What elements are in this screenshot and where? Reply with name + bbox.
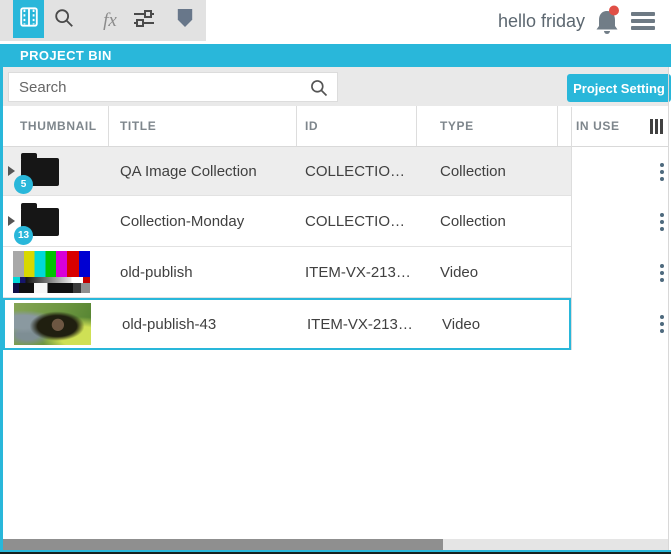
top-toolbar: fx hello friday <box>0 0 671 42</box>
row-main[interactable]: 13 Collection-Monday COLLECTIO… Collecti… <box>3 196 571 247</box>
search-box <box>8 72 338 102</box>
notification-bell-icon[interactable] <box>593 5 621 37</box>
cell-id: ITEM-VX-213… <box>305 247 411 297</box>
row-main[interactable]: old-publish-43 ITEM-VX-213… Video <box>3 298 571 350</box>
row-menu-icon[interactable] <box>656 260 668 286</box>
fx-icon: fx <box>103 11 117 30</box>
cell-id: ITEM-VX-213… <box>307 300 413 348</box>
table-row-selected[interactable]: old-publish-43 ITEM-VX-213… Video <box>3 298 668 350</box>
menu-icon[interactable] <box>631 12 655 30</box>
cell-id: COLLECTIO… <box>305 147 405 195</box>
tab-search[interactable] <box>48 0 80 41</box>
user-name: hello friday <box>498 0 585 42</box>
cell-type: Video <box>442 300 480 348</box>
tab-adjustments[interactable] <box>128 0 160 41</box>
table-header: THUMBNAIL TITLE ID TYPE IN USE <box>3 106 668 147</box>
row-main[interactable]: 5 QA Image Collection COLLECTIO… Collect… <box>3 147 571 196</box>
column-header-id[interactable]: ID <box>305 106 318 146</box>
scrollbar-thumb[interactable] <box>3 539 443 550</box>
column-header-in-use[interactable]: IN USE <box>576 106 620 146</box>
table-row[interactable]: 5 QA Image Collection COLLECTIO… Collect… <box>3 147 668 196</box>
column-divider <box>108 106 109 146</box>
cell-type: Video <box>440 247 478 297</box>
item-count-badge: 5 <box>14 175 33 194</box>
tab-effects[interactable]: fx <box>94 0 126 41</box>
column-divider <box>296 106 297 146</box>
shield-icon <box>176 7 194 34</box>
app-window: fx hello friday <box>0 0 671 554</box>
row-menu-icon[interactable] <box>656 209 668 235</box>
expand-arrow-icon[interactable] <box>8 166 15 176</box>
search-input[interactable] <box>9 73 337 101</box>
tab-media-bin[interactable] <box>13 0 44 38</box>
filmstrip-icon <box>18 5 40 34</box>
column-settings-icon[interactable] <box>650 119 663 134</box>
column-header-title[interactable]: TITLE <box>120 106 156 146</box>
row-menu-icon[interactable] <box>656 311 668 337</box>
cell-title: old-publish <box>120 247 193 297</box>
column-divider <box>416 106 417 146</box>
video-thumbnail-colorbars <box>13 251 90 293</box>
cell-title: QA Image Collection <box>120 147 257 195</box>
cell-id: COLLECTIO… <box>305 196 405 246</box>
cell-title: old-publish-43 <box>122 300 216 348</box>
video-thumbnail-monkey <box>14 303 91 345</box>
panel-left-border <box>0 67 3 552</box>
horizontal-scrollbar[interactable] <box>3 539 668 550</box>
panel-right-border <box>668 67 669 550</box>
table-row[interactable]: 13 Collection-Monday COLLECTIO… Collecti… <box>3 196 668 247</box>
column-divider <box>557 106 558 146</box>
project-setting-button[interactable]: Project Setting <box>567 74 671 102</box>
tab-shield[interactable] <box>169 0 201 41</box>
search-row: Project Setting <box>3 67 668 106</box>
panel-title: PROJECT BIN <box>20 48 112 63</box>
cell-title: Collection-Monday <box>120 196 244 246</box>
row-main[interactable]: old-publish ITEM-VX-213… Video <box>3 247 571 298</box>
search-icon <box>53 7 75 34</box>
panel-title-bar: PROJECT BIN <box>0 44 671 67</box>
expand-arrow-icon[interactable] <box>8 216 15 226</box>
cell-type: Collection <box>440 196 506 246</box>
sliders-icon <box>132 6 156 35</box>
item-count-badge: 13 <box>14 226 33 245</box>
table-row[interactable]: old-publish ITEM-VX-213… Video <box>3 247 668 298</box>
column-header-type[interactable]: TYPE <box>440 106 474 146</box>
row-menu-icon[interactable] <box>656 159 668 185</box>
cell-type: Collection <box>440 147 506 195</box>
column-header-thumbnail[interactable]: THUMBNAIL <box>20 106 97 146</box>
search-magnifier-icon[interactable] <box>309 78 329 98</box>
